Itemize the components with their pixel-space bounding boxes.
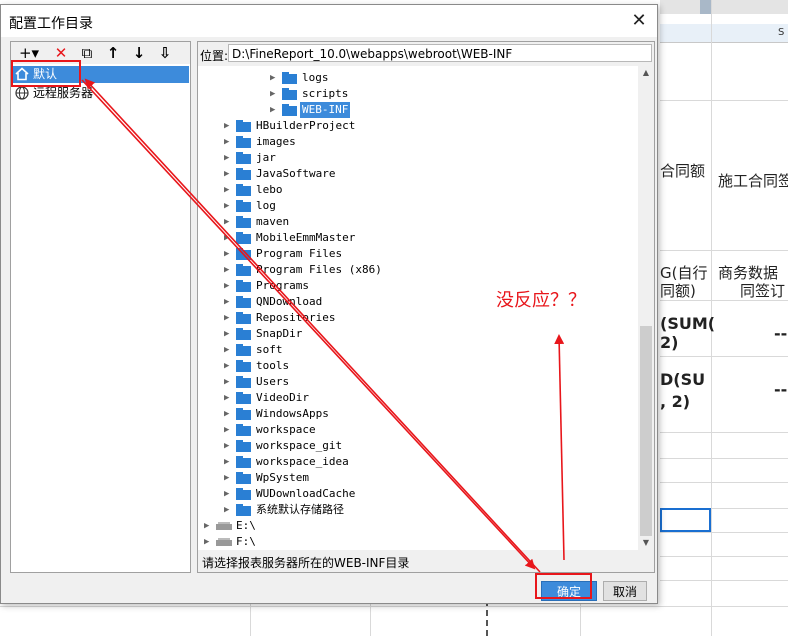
arrow-to-annotation: [554, 334, 565, 561]
arrow-to-ok: [81, 79, 536, 570]
arrow-to-default: [84, 78, 541, 573]
annotation-arrows: [81, 78, 565, 573]
